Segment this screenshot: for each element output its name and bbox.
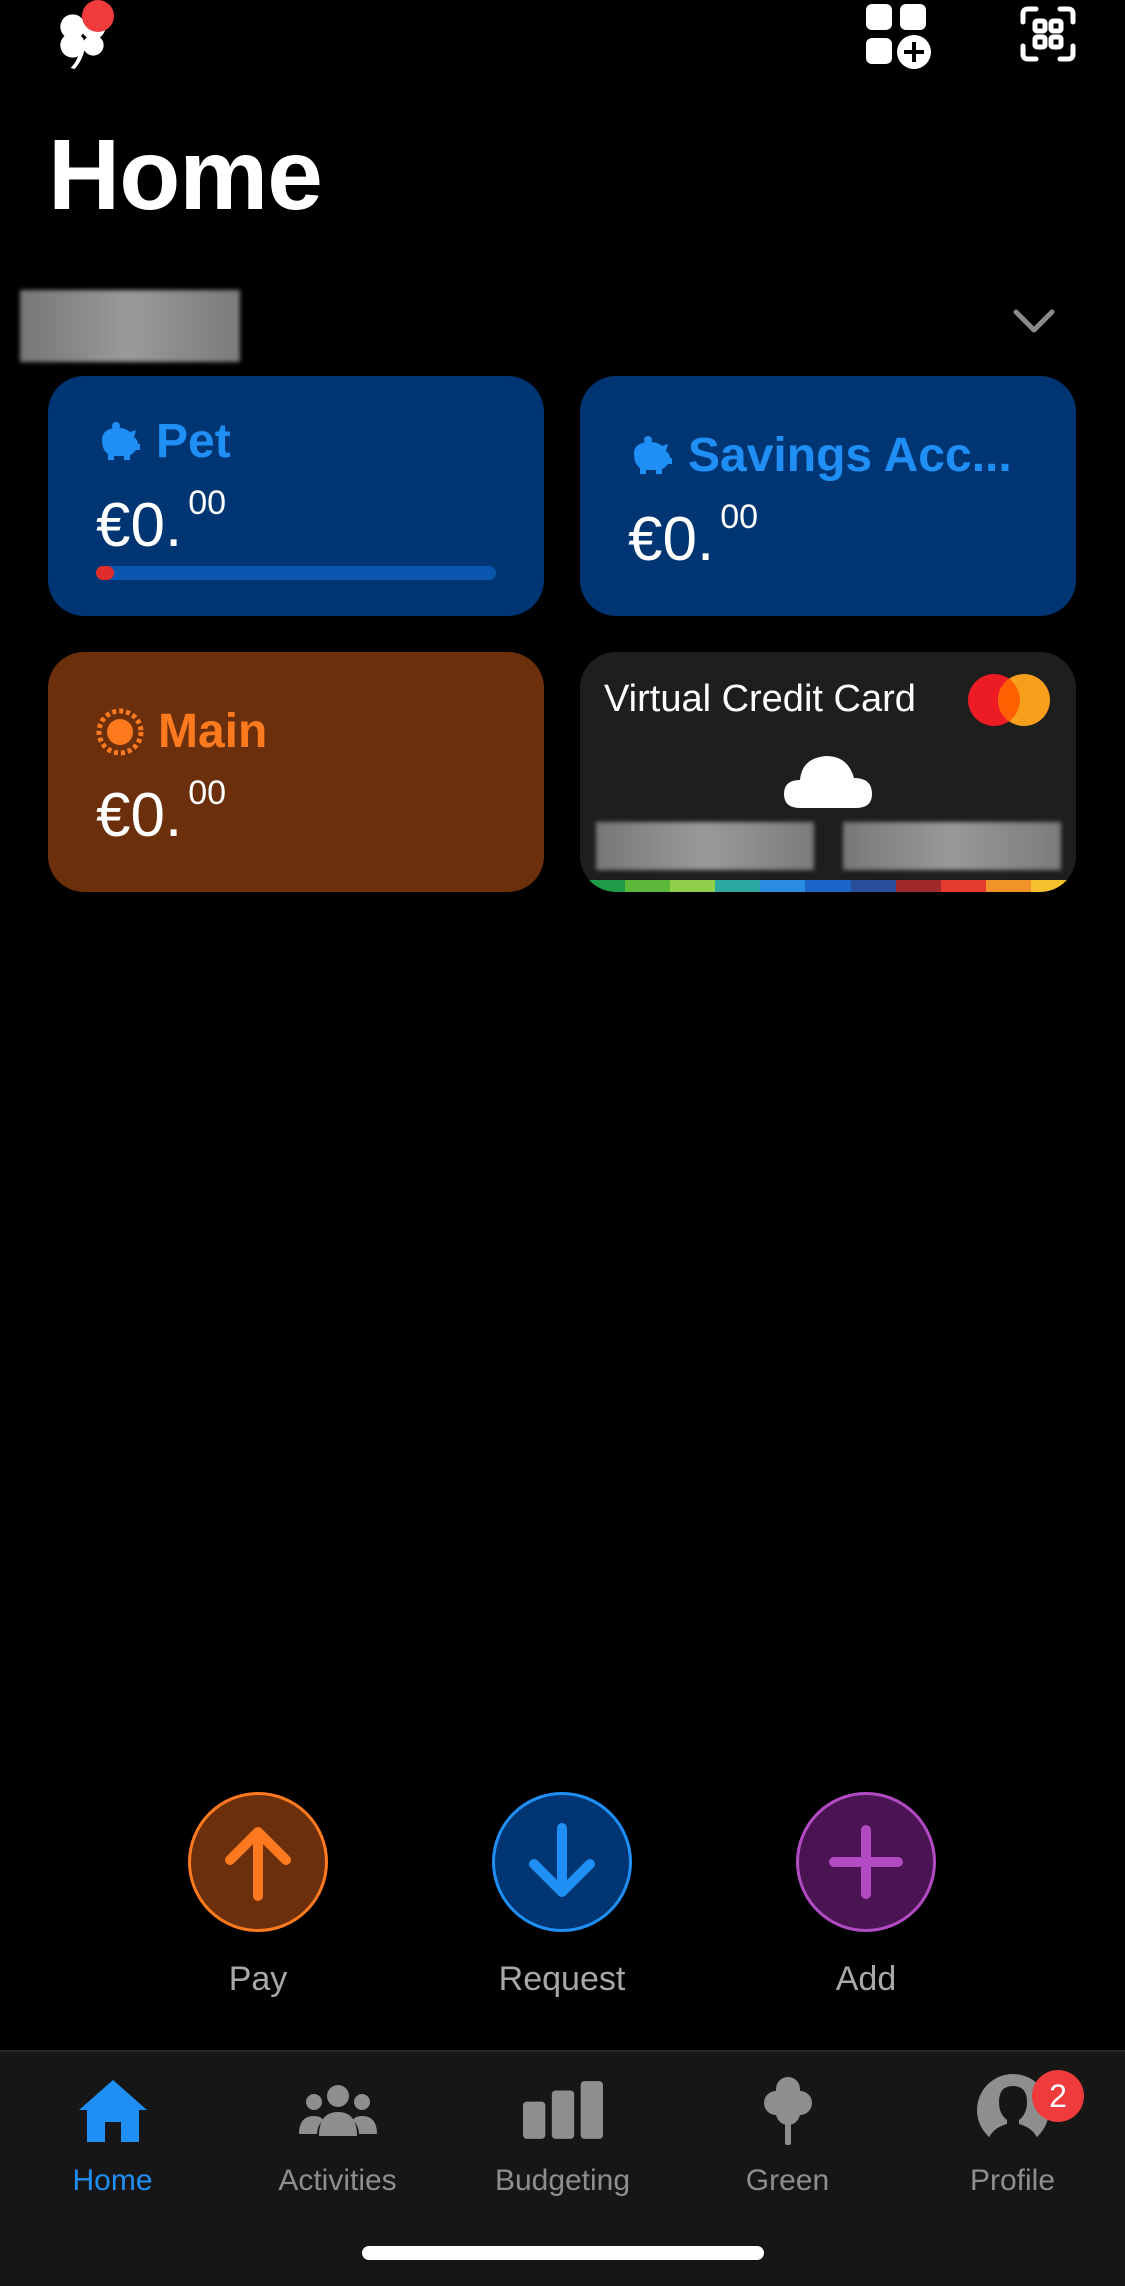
main-card[interactable]: Main €0. 00 [48,652,544,892]
pay-button[interactable] [188,1792,328,1932]
notification-dot [82,0,114,32]
main-card-balance: €0. 00 [96,774,227,850]
pet-goal-progress [96,566,496,580]
add-button[interactable] [796,1792,936,1932]
page-title: Home [48,119,323,231]
piggy-bank-icon [102,421,140,460]
savings-card[interactable]: Savings Acc... €0. 00 [580,376,1076,616]
tab-green[interactable]: Green [675,2070,900,2220]
tab-budgeting[interactable]: Budgeting [450,2070,675,2220]
pet-card-title: Pet [156,415,231,468]
card-number-redacted [596,822,814,870]
plus-icon [829,1825,903,1899]
request-button[interactable] [492,1792,632,1932]
card-expiry-redacted [843,822,1061,870]
request-label: Request [498,1960,626,1998]
people-icon [298,2085,377,2136]
pet-card[interactable]: Pet €0. 00 [48,376,544,616]
tab-budgeting-label: Budgeting [494,2164,631,2197]
coin-icon [96,708,144,755]
tab-activities[interactable]: Activities [225,2070,450,2220]
card-color-stripe [580,880,1076,892]
arrow-down-icon [529,1823,595,1897]
chevron-down-icon[interactable] [1010,304,1058,340]
pet-goal-progress-fill [96,566,114,580]
tab-home[interactable]: Home [0,2070,225,2220]
cloud-icon [784,756,872,808]
account-name-redacted[interactable] [20,290,240,362]
pay-label: Pay [228,1960,288,1998]
arrow-up-icon [225,1827,291,1901]
tab-activities-label: Activities [278,2164,397,2197]
mastercard-icon [968,674,1050,726]
pet-card-balance: €0. 00 [96,484,227,560]
bar-chart-icon [522,2081,603,2139]
tree-icon [763,2077,812,2145]
add-label: Add [835,1960,897,1998]
tab-home-label: Home [72,2164,153,2197]
savings-card-balance: €0. 00 [628,498,759,574]
virtual-card-label: Virtual Credit Card [604,678,916,720]
tab-profile-label: Profile [969,2164,1056,2197]
tab-green-label: Green [745,2164,830,2197]
apps-add-icon[interactable] [862,0,932,70]
home-icon [78,2080,147,2142]
scan-icon[interactable] [1020,6,1076,62]
home-indicator [362,2246,764,2260]
piggy-bank-icon [634,435,672,474]
savings-card-title: Savings Acc... [688,429,1012,482]
virtual-credit-card[interactable]: Virtual Credit Card [580,652,1076,892]
profile-notification-badge: 2 [1032,2070,1084,2122]
tab-profile[interactable]: Profile 2 [900,2070,1125,2220]
main-card-title: Main [158,705,268,758]
